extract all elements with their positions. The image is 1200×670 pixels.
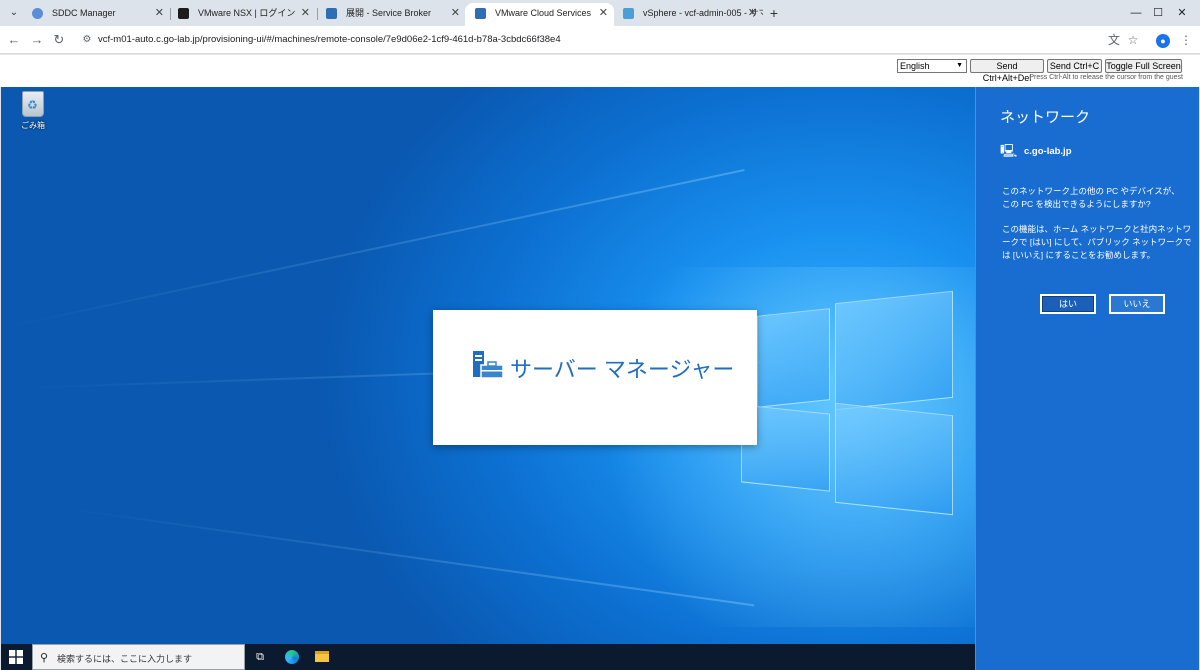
close-tab-icon[interactable]: ✕ bbox=[748, 3, 757, 24]
recycle-bin-desktop-icon[interactable]: ごみ箱 bbox=[18, 91, 48, 131]
tab-service-broker[interactable]: 展開 - Service Broker ✕ bbox=[316, 3, 466, 26]
search-placeholder: 検索するには、ここに入力します bbox=[57, 654, 193, 664]
file-explorer-icon[interactable] bbox=[313, 648, 331, 666]
network-discovery-flyout: ネットワーク 🖳 c.go-lab.jp このネットワーク上の他の PC やデバ… bbox=[975, 87, 1199, 670]
tab-vmware-cloud-services[interactable]: VMware Cloud Services ✕ bbox=[465, 3, 614, 26]
tab-label: SDDC Manager bbox=[52, 8, 116, 18]
toggle-full-screen-button[interactable]: Toggle Full Screen bbox=[1105, 59, 1182, 73]
network-name: c.go-lab.jp bbox=[1024, 146, 1072, 157]
discovery-question: このネットワーク上の他の PC やデバイスが、この PC を検出できるようにしま… bbox=[1002, 186, 1180, 209]
ethernet-monitor-icon: 🖳 bbox=[1000, 143, 1018, 158]
site-info-tune-icon[interactable]: ⚙ bbox=[80, 33, 94, 47]
no-button[interactable]: いいえ bbox=[1109, 294, 1165, 314]
flyout-title: ネットワーク bbox=[1000, 109, 1091, 126]
close-tab-icon[interactable]: ✕ bbox=[301, 3, 310, 24]
guest-taskbar: ⚲ 検索するには、ここに入力します ⧉ bbox=[1, 644, 975, 670]
server-manager-splash: サーバー マネージャー bbox=[433, 310, 757, 445]
nsx-favicon-icon bbox=[178, 8, 189, 19]
reload-icon[interactable]: ↻ bbox=[49, 30, 69, 50]
browser-toolbar: ← → ↻ ⚙ vcf-m01-auto.c.go-lab.jp/provisi… bbox=[0, 26, 1200, 54]
service-broker-favicon-icon bbox=[326, 8, 337, 19]
logo-pane bbox=[835, 402, 953, 516]
tab-sddc-manager[interactable]: SDDC Manager ✕ bbox=[22, 3, 170, 26]
recycle-bin-icon bbox=[22, 91, 44, 117]
recycle-bin-label: ごみ箱 bbox=[21, 121, 45, 130]
back-arrow-icon[interactable]: ← bbox=[4, 30, 24, 50]
splash-title: サーバー マネージャー bbox=[510, 357, 735, 382]
browser-tab-strip: ⌄ SDDC Manager ✕ VMware NSX | ログイン ✕ 展開 … bbox=[0, 0, 1200, 26]
bookmark-star-icon[interactable]: ☆ bbox=[1123, 30, 1143, 50]
sddc-favicon-icon bbox=[32, 8, 43, 19]
close-tab-icon[interactable]: ✕ bbox=[599, 3, 608, 24]
select-caret-icon: ▼ bbox=[956, 62, 963, 69]
tab-vmware-nsx[interactable]: VMware NSX | ログイン ✕ bbox=[168, 3, 316, 26]
close-window-icon[interactable]: ✕ bbox=[1162, 0, 1200, 26]
release-cursor-hint: Press Ctrl-Alt to release the cursor fro… bbox=[1029, 74, 1183, 81]
send-ctrl-c-button[interactable]: Send Ctrl+C bbox=[1047, 59, 1102, 73]
new-tab-plus-icon[interactable]: + bbox=[765, 3, 783, 23]
keyboard-language-select[interactable]: English ▼ bbox=[897, 59, 967, 73]
start-windows-icon[interactable] bbox=[9, 650, 23, 664]
task-view-icon[interactable]: ⧉ bbox=[251, 648, 269, 666]
cloud-services-favicon-icon bbox=[475, 8, 486, 19]
vsphere-favicon-icon bbox=[623, 8, 634, 19]
tab-vsphere[interactable]: vSphere - vcf-admin-005 - サマ ✕ bbox=[613, 3, 763, 26]
edge-browser-icon[interactable] bbox=[283, 648, 301, 666]
server-manager-icon bbox=[473, 351, 503, 379]
forward-arrow-icon[interactable]: → bbox=[27, 30, 47, 50]
tab-search-chevron-icon[interactable]: ⌄ bbox=[4, 3, 24, 23]
translate-icon[interactable]: 文 bbox=[1104, 30, 1124, 50]
close-tab-icon[interactable]: ✕ bbox=[451, 3, 460, 24]
send-ctrl-alt-del-button[interactable]: Send Ctrl+Alt+Del bbox=[970, 59, 1044, 83]
language-select-value: English bbox=[900, 61, 930, 71]
logo-pane bbox=[835, 290, 953, 411]
taskbar-search-box[interactable]: ⚲ 検索するには、ここに入力します bbox=[32, 644, 245, 670]
discovery-description: この機能は、ホーム ネットワークと社内ネットワークで [はい] にして、パブリッ… bbox=[1002, 224, 1192, 260]
tab-label: 展開 - Service Broker bbox=[346, 8, 432, 18]
tab-label: vSphere - vcf-admin-005 - サマ bbox=[643, 8, 763, 18]
profile-avatar-icon[interactable]: ● bbox=[1153, 30, 1173, 50]
yes-button[interactable]: はい bbox=[1040, 294, 1096, 314]
remote-console-bar: English ▼ Send Ctrl+Alt+Del Send Ctrl+C … bbox=[0, 55, 1200, 87]
tab-label: VMware Cloud Services bbox=[495, 8, 592, 18]
logo-pane bbox=[757, 308, 830, 408]
tab-label: VMware NSX | ログイン bbox=[198, 8, 296, 18]
close-tab-icon[interactable]: ✕ bbox=[155, 3, 164, 24]
browser-menu-kebab-icon[interactable]: ⋮ bbox=[1176, 30, 1196, 50]
search-icon: ⚲ bbox=[40, 652, 49, 664]
address-bar-url[interactable]: vcf-m01-auto.c.go-lab.jp/provisioning-ui… bbox=[98, 33, 561, 47]
